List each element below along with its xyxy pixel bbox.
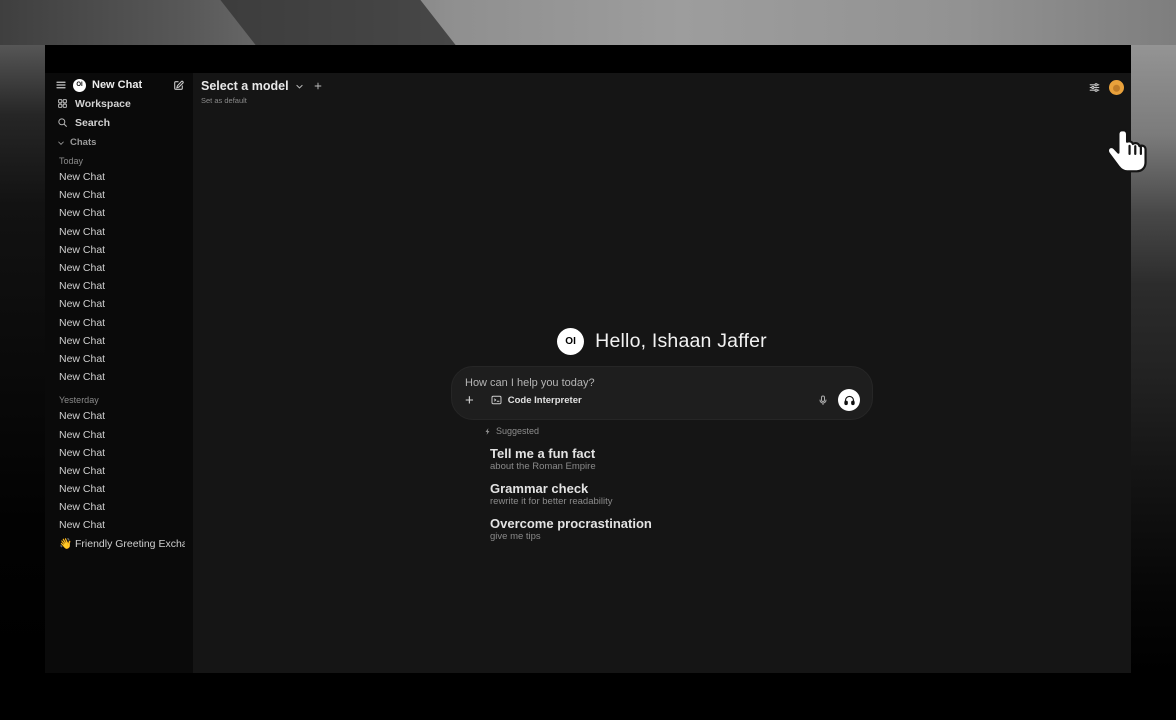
mic-icon (817, 394, 829, 407)
app-window: OI New Chat Workspace Search Chats (45, 45, 1131, 673)
chat-list-item[interactable]: New Chat (55, 462, 185, 480)
sidebar-item-workspace[interactable]: Workspace (55, 94, 185, 113)
prompt-subtitle: rewrite it for better readability (490, 496, 873, 508)
chat-group-label-today: Today (55, 153, 185, 168)
chevron-down-icon (295, 82, 304, 91)
mic-button[interactable] (817, 394, 829, 407)
prompt-title: Tell me a fun fact (490, 446, 873, 461)
suggested-prompts: Tell me a fun fact about the Roman Empir… (484, 446, 873, 543)
chat-list-item[interactable]: New Chat (55, 368, 185, 386)
sidebar-header: OI New Chat (55, 73, 185, 94)
greeting-text: Hello, Ishaan Jaffer (595, 330, 767, 353)
menu-icon (55, 79, 67, 91)
openwebui-logo-text: OI (565, 336, 576, 347)
chat-list-item[interactable]: New Chat (55, 314, 185, 332)
chats-section-header[interactable]: Chats (55, 132, 185, 153)
search-label: Search (75, 117, 110, 129)
chat-list-item[interactable]: New Chat (55, 498, 185, 516)
bolt-icon (484, 427, 492, 436)
model-selector[interactable]: Select a model (201, 79, 323, 93)
chat-list-item[interactable]: New Chat (55, 241, 185, 259)
prompt-title: Grammar check (490, 481, 873, 496)
sidebar-title: New Chat (92, 79, 166, 91)
chat-controls-button[interactable] (1088, 81, 1101, 94)
chat-input-box: + Code Interpreter (451, 366, 873, 420)
window-top-strip (45, 45, 1131, 73)
openwebui-logo: OI (557, 328, 584, 355)
add-model-icon[interactable] (313, 81, 323, 91)
suggested-prompt[interactable]: Overcome procrastination give me tips (484, 516, 873, 543)
sidebar-item-search[interactable]: Search (55, 113, 185, 132)
sidebar-toggle-button[interactable] (55, 79, 67, 91)
chat-list-item[interactable]: New Chat (55, 480, 185, 498)
user-avatar[interactable] (1109, 80, 1124, 95)
suggested-header: Suggested (484, 424, 873, 438)
chat-list-item[interactable]: New Chat (55, 350, 185, 368)
new-chat-button[interactable] (172, 79, 185, 92)
chat-list-item[interactable]: New Chat (55, 168, 185, 186)
set-default-link[interactable]: Set as default (201, 96, 323, 105)
sliders-icon (1088, 81, 1101, 94)
chat-list-item[interactable]: 👋 Friendly Greeting Exchange (55, 535, 185, 553)
code-interpreter-toggle[interactable]: Code Interpreter (490, 394, 582, 406)
chat-list-item[interactable]: New Chat (55, 425, 185, 443)
attach-button[interactable]: + (465, 393, 474, 408)
prompt-subtitle: give me tips (490, 531, 873, 543)
app-logo-text: OI (76, 82, 82, 88)
grid-icon (57, 98, 68, 109)
backdrop-left (0, 45, 45, 673)
main-panel: Select a model Set as default OI Hello, … (193, 73, 1131, 673)
suggested-section: Suggested Tell me a fun fact about the R… (451, 424, 873, 543)
backdrop-bottom (0, 673, 1176, 720)
backdrop-right (1131, 45, 1176, 673)
prompt-subtitle: about the Roman Empire (490, 461, 873, 473)
search-icon (57, 117, 68, 128)
chats-label: Chats (70, 137, 96, 148)
chat-list-item[interactable]: New Chat (55, 186, 185, 204)
headphones-icon (843, 394, 856, 407)
chat-list-today: New ChatNew ChatNew ChatNew ChatNew Chat… (55, 168, 185, 386)
chat-list-item[interactable]: New Chat (55, 407, 185, 425)
sidebar: OI New Chat Workspace Search Chats (45, 73, 193, 673)
chat-list-item[interactable]: New Chat (55, 332, 185, 350)
workspace-label: Workspace (75, 98, 131, 110)
suggested-prompt[interactable]: Tell me a fun fact about the Roman Empir… (484, 446, 873, 473)
code-interpreter-label: Code Interpreter (508, 395, 582, 406)
voice-call-button[interactable] (838, 389, 860, 411)
chat-list-item[interactable]: New Chat (55, 223, 185, 241)
prompt-title: Overcome procrastination (490, 516, 873, 531)
chevron-down-icon (57, 139, 65, 147)
chat-input[interactable] (465, 377, 860, 389)
chat-list-item[interactable]: New Chat (55, 444, 185, 462)
screenshot-stage: OI New Chat Workspace Search Chats (0, 0, 1176, 720)
chat-group-label-yesterday: Yesterday (55, 392, 185, 407)
chat-list-item[interactable]: New Chat (55, 516, 185, 534)
chat-list-item[interactable]: New Chat (55, 204, 185, 222)
terminal-icon (490, 394, 503, 406)
suggested-label: Suggested (496, 426, 539, 436)
chat-list-item[interactable]: New Chat (55, 259, 185, 277)
edit-icon (172, 79, 185, 92)
greeting-row: OI Hello, Ishaan Jaffer (193, 328, 1131, 355)
app-logo: OI (73, 79, 86, 92)
backdrop-top (0, 0, 1176, 45)
chat-list-item[interactable]: New Chat (55, 295, 185, 313)
chat-list-yesterday: New ChatNew ChatNew ChatNew ChatNew Chat… (55, 407, 185, 553)
suggested-prompt[interactable]: Grammar check rewrite it for better read… (484, 481, 873, 508)
model-selector-label: Select a model (201, 79, 289, 93)
chat-list-item[interactable]: New Chat (55, 277, 185, 295)
